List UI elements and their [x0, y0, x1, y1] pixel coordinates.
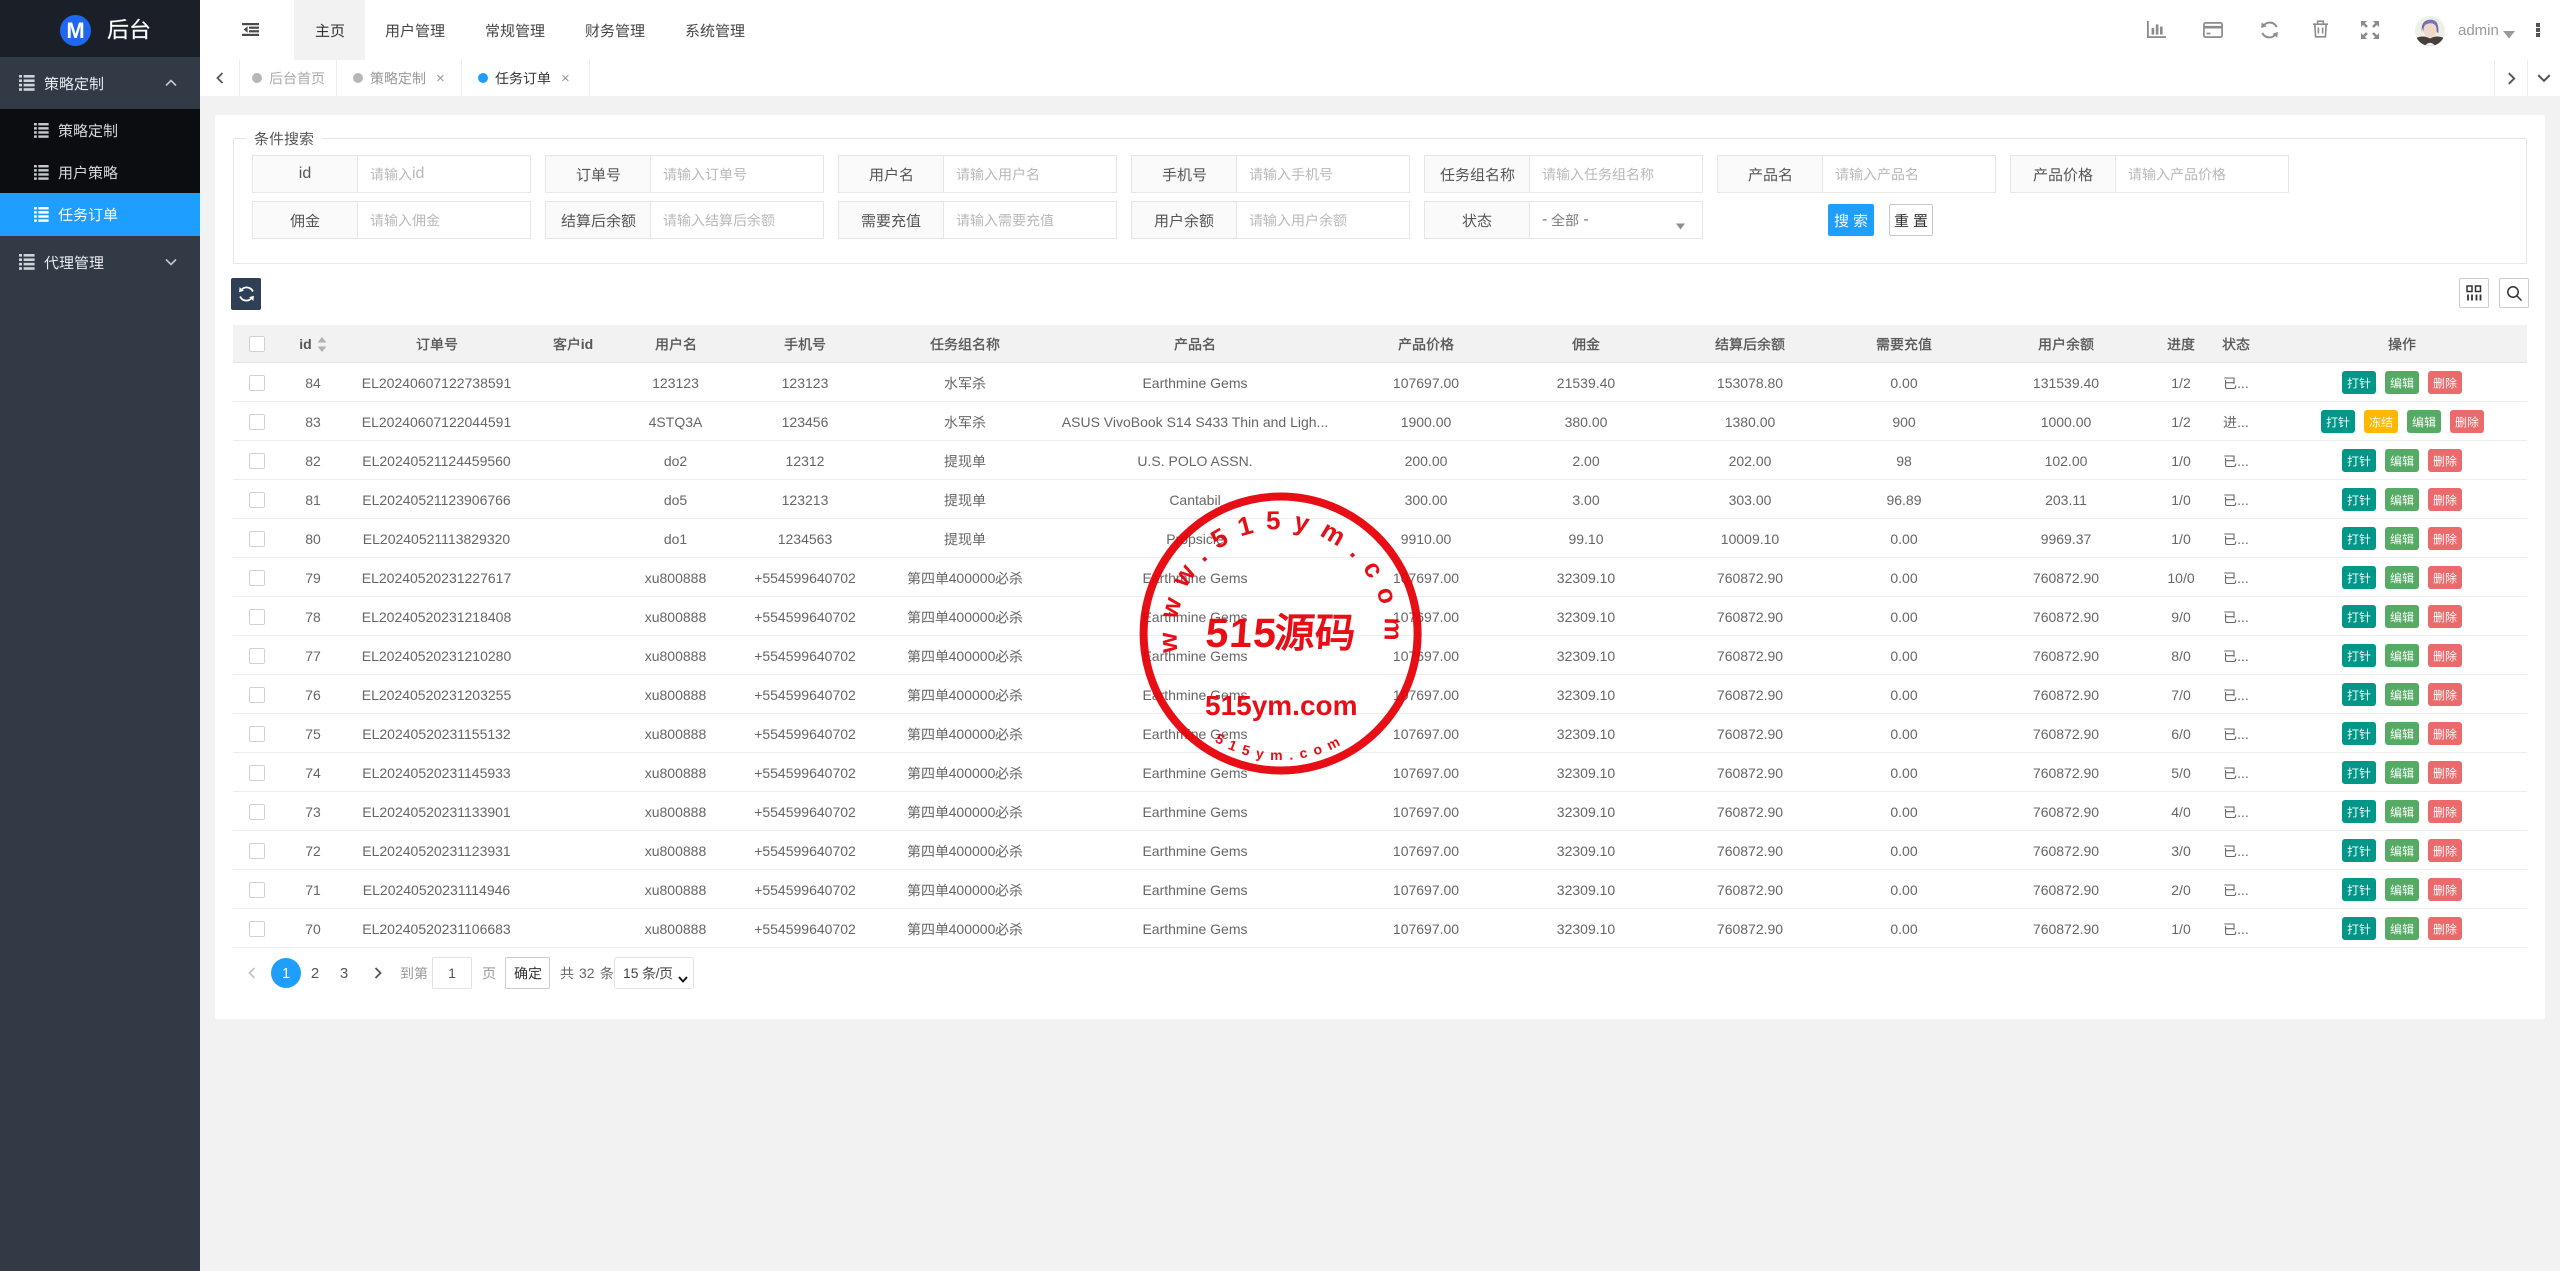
svg-text:515: 515	[1204, 610, 1279, 656]
svg-text:515ym.com: 515ym.com	[1205, 690, 1358, 721]
